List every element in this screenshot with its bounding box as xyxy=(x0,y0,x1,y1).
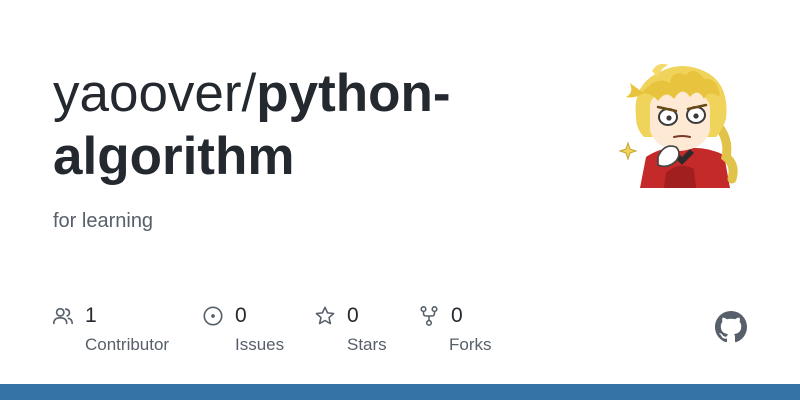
owner-avatar[interactable] xyxy=(612,53,747,188)
repo-title[interactable]: yaoover/python-algorithm xyxy=(53,62,593,188)
stat-label: Stars xyxy=(347,335,387,354)
stat-count: 1 xyxy=(85,304,97,327)
people-icon xyxy=(53,307,73,325)
issue-opened-icon xyxy=(203,306,223,326)
avatar-illustration xyxy=(612,53,747,188)
stat-label: Issues xyxy=(235,335,285,354)
stat-count: 0 xyxy=(347,304,359,327)
stat-count: 0 xyxy=(235,304,247,327)
repo-owner: yaoover/ xyxy=(53,64,257,123)
language-color-bar xyxy=(0,384,800,400)
github-mark-icon[interactable] xyxy=(715,311,747,343)
repo-description: for learning xyxy=(53,210,154,232)
stat-count: 0 xyxy=(451,304,463,327)
star-icon xyxy=(315,306,335,325)
stat-label: Contributor xyxy=(85,335,170,354)
repo-forked-icon xyxy=(420,306,438,326)
stat-label: Forks xyxy=(449,335,492,354)
social-preview-card: yaoover/python-algorithm for learning 1 … xyxy=(0,0,800,400)
